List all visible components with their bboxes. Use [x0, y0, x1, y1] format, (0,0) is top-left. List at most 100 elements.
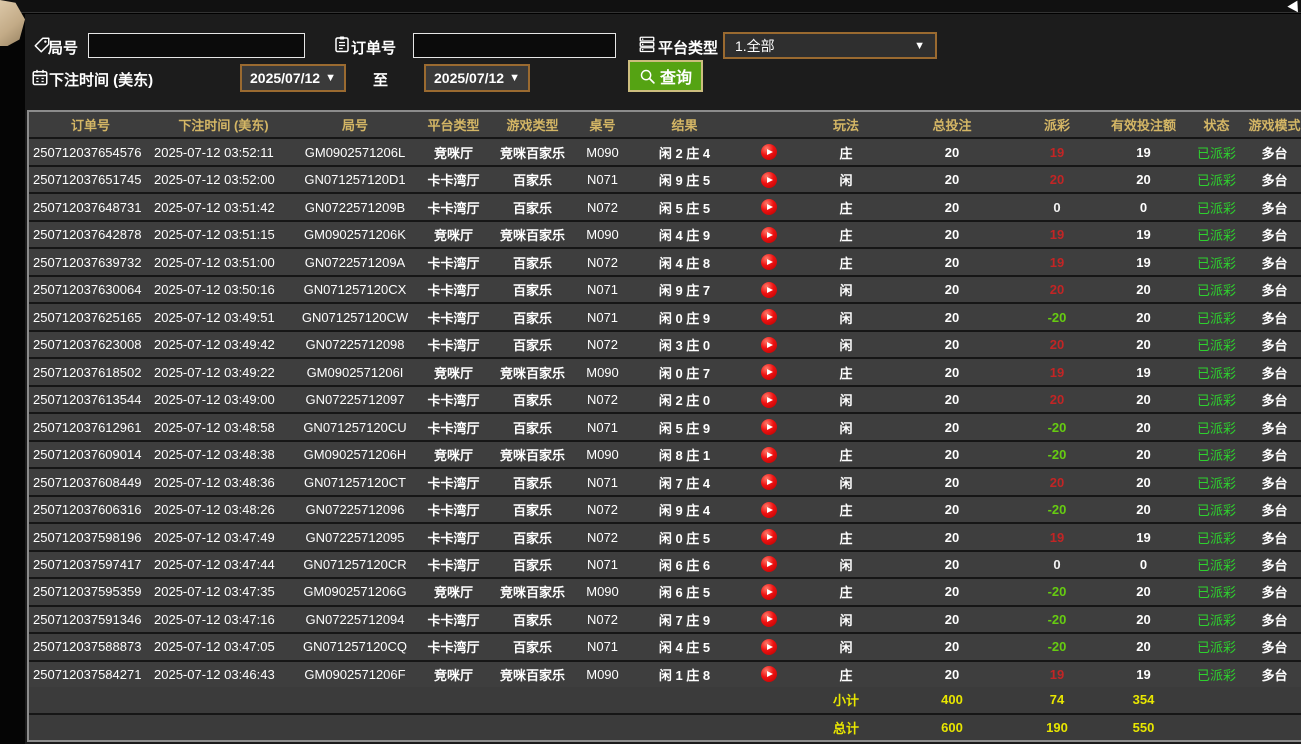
query-button[interactable]: 查询 — [628, 60, 704, 92]
play-icon — [766, 424, 773, 431]
date-to-picker[interactable]: 2025/07/12 ▼ — [424, 64, 530, 92]
cell-order-id: 250712037606316 — [33, 502, 142, 518]
total-payout: 190 — [1046, 719, 1068, 735]
play-icon — [766, 671, 773, 678]
play-video-button[interactable] — [760, 199, 777, 216]
play-video-button[interactable] — [760, 171, 777, 188]
table-row: 250712037588873 2025-07-12 03:47:05 GN07… — [29, 634, 1301, 662]
cell-game-mode: 多台 — [1261, 612, 1288, 628]
table-row: 250712037598196 2025-07-12 03:47:49 GN07… — [29, 524, 1301, 552]
clipboard-icon — [333, 35, 351, 53]
play-video-button[interactable] — [760, 309, 777, 326]
cell-total-bet: 20 — [944, 172, 960, 188]
cell-payout: 0 — [1053, 199, 1061, 215]
cell-result: 闲 4 庄 8 — [658, 255, 711, 271]
table-row: 250712037606316 2025-07-12 03:48:26 GN07… — [29, 496, 1301, 525]
play-video-button[interactable] — [760, 336, 777, 353]
cell-order-id: 250712037651745 — [33, 172, 142, 188]
cell-bet-time: 2025-07-12 03:52:11 — [154, 144, 274, 160]
play-video-button[interactable] — [760, 254, 777, 271]
cell-game-type: 竞咪百家乐 — [499, 145, 565, 161]
cell-play — [737, 583, 800, 600]
play-video-button[interactable] — [760, 281, 777, 298]
play-icon — [766, 314, 773, 321]
cell-order-id: 250712037588873 — [33, 639, 142, 655]
cell-game-mode: 多台 — [1261, 530, 1288, 546]
cell-bet-time: 2025-07-12 03:52:00 — [154, 172, 275, 188]
play-icon — [766, 341, 773, 348]
play-icon — [766, 259, 773, 266]
cell-payout: 20 — [1049, 282, 1065, 298]
cell-order-id: 250712037598196 — [33, 529, 142, 545]
cell-play — [737, 419, 800, 436]
cell-game-mode: 多台 — [1261, 393, 1288, 409]
play-video-button[interactable] — [760, 226, 777, 243]
cell-platform-type: 卡卡湾厅 — [427, 557, 480, 573]
date-to-value: 2025/07/12 — [434, 70, 505, 86]
cell-platform-type: 竞咪厅 — [433, 667, 473, 683]
cell-payout: 19 — [1049, 364, 1065, 380]
date-from-picker[interactable]: 2025/07/12 ▼ — [240, 64, 346, 92]
cell-result: 闲 9 庄 4 — [658, 503, 711, 519]
cell-result: 闲 1 庄 8 — [658, 667, 711, 683]
cell-play — [737, 529, 800, 545]
round-no-input[interactable] — [88, 33, 305, 58]
col-header-mode: 游戏模式 — [1248, 118, 1301, 134]
cell-status: 已派彩 — [1196, 173, 1236, 189]
play-video-button[interactable] — [760, 144, 777, 161]
cell-play — [737, 501, 800, 518]
cell-table-no: N071 — [586, 172, 619, 188]
play-video-button[interactable] — [760, 666, 777, 683]
play-video-button[interactable] — [760, 446, 777, 463]
cell-game-type: 百家乐 — [512, 612, 552, 628]
play-video-button[interactable] — [760, 364, 777, 381]
cell-play — [737, 474, 800, 491]
play-video-button[interactable] — [760, 583, 777, 600]
cell-valid-bet: 19 — [1136, 254, 1151, 270]
cell-valid-bet: 20 — [1136, 172, 1151, 188]
cell-status: 已派彩 — [1196, 255, 1236, 271]
cell-table-no: M090 — [586, 666, 619, 682]
subtotal-valid-bet: 354 — [1132, 692, 1155, 708]
cell-round-no: GN071257120CQ — [302, 639, 408, 655]
cell-play — [737, 364, 800, 381]
cell-round-no: GN071257120CU — [303, 419, 407, 435]
play-video-button[interactable] — [760, 419, 777, 436]
cell-valid-bet: 0 — [1139, 556, 1148, 572]
cell-game-mode: 多台 — [1261, 310, 1288, 326]
cell-status: 已派彩 — [1196, 667, 1236, 683]
cell-table-no: N072 — [586, 529, 619, 545]
cell-status: 已派彩 — [1196, 310, 1236, 326]
cell-payout: -20 — [1047, 419, 1067, 435]
cell-bet-time: 2025-07-12 03:50:16 — [154, 282, 275, 298]
cell-result: 闲 5 庄 9 — [658, 420, 711, 436]
bet-table: 订单号 下注时间 (美东) 局号 平台类型 游戏类型 桌号 结果 玩法 总投注 … — [27, 110, 1301, 742]
play-video-button[interactable] — [760, 501, 777, 518]
play-video-button[interactable] — [760, 391, 777, 408]
cell-result: 闲 7 庄 9 — [658, 612, 711, 628]
play-video-button[interactable] — [760, 529, 777, 545]
cell-game-type: 百家乐 — [512, 557, 552, 573]
play-icon — [766, 396, 773, 403]
play-video-button[interactable] — [760, 638, 777, 655]
cell-status: 已派彩 — [1196, 503, 1236, 519]
order-no-input[interactable] — [413, 33, 616, 58]
platform-type-select[interactable]: 1.全部 ▼ — [723, 32, 937, 59]
cell-bet-type: 闲 — [839, 557, 853, 573]
cell-game-type: 百家乐 — [512, 255, 552, 271]
play-icon — [766, 176, 773, 183]
cell-bet-time: 2025-07-12 03:48:58 — [154, 419, 275, 435]
play-video-button[interactable] — [760, 556, 777, 573]
cell-round-no: GN071257120CR — [303, 556, 407, 572]
cell-result: 闲 9 庄 5 — [658, 173, 711, 189]
cell-valid-bet: 19 — [1136, 364, 1151, 380]
cell-total-bet: 20 — [944, 254, 960, 270]
cell-bet-time: 2025-07-12 03:47:05 — [154, 639, 275, 655]
cell-order-id: 250712037639732 — [33, 254, 142, 270]
cell-result: 闲 0 庄 7 — [658, 365, 711, 381]
table-row: 250712037625165 2025-07-12 03:49:51 GN07… — [29, 304, 1301, 332]
cell-order-id: 250712037612961 — [33, 419, 142, 435]
play-video-button[interactable] — [760, 611, 777, 628]
play-video-button[interactable] — [760, 474, 777, 491]
cell-payout: -20 — [1047, 639, 1067, 655]
